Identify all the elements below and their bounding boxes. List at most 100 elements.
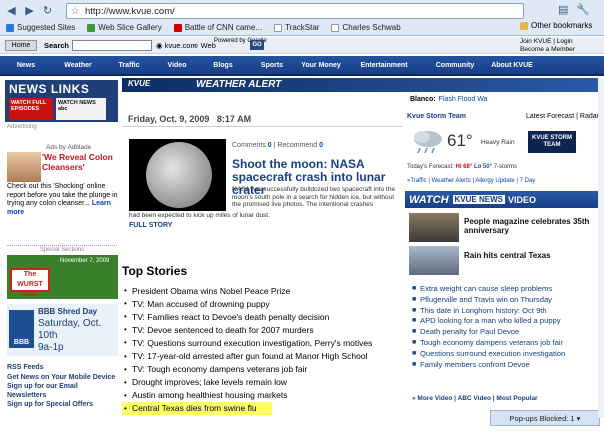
story-link[interactable]: TV: Man accused of drowning puppy (132, 299, 270, 309)
video-list-item[interactable]: ■ Questions surround execution investigat… (412, 349, 602, 359)
storm-team-logo[interactable]: KVUE STORM TEAM (528, 131, 576, 153)
scrollbar[interactable] (598, 78, 604, 418)
flash-flood-link[interactable]: Flash Flood Wa (439, 96, 488, 103)
current-condition: Heavy Rain (481, 139, 515, 146)
story-item[interactable]: • TV: Man accused of drowning puppy (122, 297, 402, 310)
story-link[interactable]: TV: Devoe sentenced to death for 2007 mu… (132, 325, 314, 335)
wrench-icon[interactable]: 🔧 (576, 3, 590, 16)
video-link[interactable]: Family members confront Devoe (420, 360, 530, 370)
nav-community[interactable]: Community (424, 56, 486, 74)
moon-disc (146, 142, 212, 208)
nav-traffic[interactable]: Traffic (104, 56, 154, 74)
nav-your-money[interactable]: Your Money (298, 56, 344, 74)
special-offers-link[interactable]: Sign up for Special Offers (7, 401, 118, 410)
video-link[interactable]: Questions surround execution investigati… (420, 349, 565, 359)
bookmark-web-slice[interactable]: Web Slice Gallery (81, 23, 167, 32)
latest-forecast-link[interactable]: Latest Forecast | Radar (526, 113, 599, 125)
nav-blogs[interactable]: Blogs (200, 56, 246, 74)
video-list-item[interactable]: ■ Death penalty for Paul Devoe (412, 327, 602, 337)
more-video-links[interactable]: » More Video | ABC Video | Most Popular (412, 395, 538, 402)
radio-web[interactable]: ○ Web (194, 41, 216, 50)
bookmark-star-icon[interactable]: ☆ (67, 6, 83, 17)
story-item[interactable]: • Central Texas dies from swine flu (122, 401, 272, 415)
bullet: • (124, 390, 127, 400)
video-list-item[interactable]: ■ Tough economy dampens veterans job fair (412, 338, 602, 348)
video-list-item[interactable]: ■ Pflugerville and Travis win on Thursday (412, 295, 602, 305)
bullet: • (124, 312, 127, 322)
nav-weather[interactable]: Weather (52, 56, 104, 74)
recommend-link[interactable]: Recommend 0 (277, 142, 323, 149)
video-link[interactable]: Extra weight can cause sleep problems (420, 284, 552, 294)
video-link[interactable]: Death penalty for Paul Devoe (420, 327, 519, 337)
video-list-item[interactable]: ■ This date in Longhorn history: Oct 9th (412, 306, 602, 316)
bookmark-cnn[interactable]: Battle of CNN came... (168, 23, 268, 32)
story-item[interactable]: • TV: Devoe sentenced to death for 2007 m… (122, 323, 402, 336)
nav-news[interactable]: News (0, 56, 52, 74)
video-list-item[interactable]: ■ APD looking for a man who killed a pupp… (412, 317, 602, 326)
story-link[interactable]: TV: Tough economy dampens veterans job f… (132, 364, 307, 374)
story-item[interactable]: • TV: 17-year-old arrested after gun foun… (122, 349, 402, 362)
radio-kvue[interactable]: ◉ kvue.com (156, 41, 197, 50)
story-item[interactable]: • President Obama wins Nobel Peace Prize (122, 284, 402, 297)
address-bar[interactable]: ☆ http://www.kvue.com/ (66, 3, 524, 19)
story-link[interactable]: President Obama wins Nobel Peace Prize (132, 286, 290, 296)
story-link[interactable]: Central Texas dies from swine flu (132, 403, 257, 413)
watch-full-episodes[interactable]: WATCH FULL EPISODES (9, 98, 53, 120)
video-title[interactable]: Rain hits central Texas (464, 251, 594, 260)
watch-news-abc[interactable]: WATCH NEWS abc (56, 98, 106, 120)
page-menu-icon[interactable]: ▤ (558, 3, 568, 16)
story-item[interactable]: • TV: Questions surround execution invest… (122, 336, 402, 349)
video-title[interactable]: People magazine celebrates 35th annivers… (464, 217, 594, 235)
join-login-link[interactable]: Join KVUE | Login (520, 38, 575, 46)
story-item[interactable]: • TV: Families react to Devoe's death pen… (122, 310, 402, 323)
square-bullet-icon: ■ (412, 328, 417, 336)
back-arrow-icon[interactable]: ◀ (4, 3, 19, 18)
video-link[interactable]: APD looking for a man who killed a puppy (420, 317, 561, 326)
story-item[interactable]: • TV: Tough economy dampens veterans job … (122, 363, 402, 376)
newsletter-link[interactable]: Sign up for our Email Newsletters (7, 383, 118, 400)
bookmark-trackstar[interactable]: TrackStar (268, 23, 325, 32)
video-thumbnail[interactable] (409, 246, 459, 275)
story-link[interactable]: TV: 17-year-old arrested after gun found… (132, 351, 367, 361)
story-link[interactable]: TV: Questions surround execution investi… (132, 338, 372, 348)
story-item[interactable]: • Austin among healthiest housing markets (122, 389, 402, 402)
nav-sports[interactable]: Sports (246, 56, 298, 74)
mobile-news-link[interactable]: Get News on Your Mobile Device (7, 374, 118, 383)
story-link[interactable]: Austin among healthiest housing markets (132, 390, 287, 400)
video-link[interactable]: Pflugerville and Travis win on Thursday (420, 295, 552, 305)
reload-icon[interactable]: ↻ (40, 3, 55, 18)
ad-headline[interactable]: 'We Reveal Colon Cleansers' (42, 152, 117, 172)
home-button[interactable]: Home (5, 40, 37, 51)
go-button[interactable]: GO (250, 40, 264, 50)
storm-team-title[interactable]: Kvue Storm Team (407, 113, 466, 125)
url-text[interactable]: http://www.kvue.com/ (83, 6, 175, 17)
become-member-link[interactable]: Become a Member (520, 46, 575, 54)
story-item[interactable]: • Drought improves; lake levels remain lo… (122, 376, 402, 389)
bookmark-schwab[interactable]: Charles Schwab (325, 23, 406, 32)
video-thumbnail[interactable] (409, 213, 459, 242)
search-input[interactable] (72, 40, 152, 51)
video-list-item[interactable]: ■ Family members confront Devoe (412, 360, 602, 370)
other-bookmarks[interactable]: Other bookmarks (520, 21, 592, 30)
nav-entertainment[interactable]: Entertainment (344, 56, 424, 74)
weather-alert-bar[interactable] (122, 78, 600, 92)
nav-about[interactable]: About KVUE (486, 56, 538, 74)
story-link[interactable]: Drought improves; lake levels remain low (132, 377, 287, 387)
moon-photo[interactable] (129, 139, 226, 211)
video-link[interactable]: Tough economy dampens veterans job fair (420, 338, 563, 348)
video-link[interactable]: This date in Longhorn history: Oct 9th (420, 306, 547, 316)
nav-video[interactable]: Video (154, 56, 200, 74)
full-story-link[interactable]: FULL STORY (129, 222, 172, 229)
forward-arrow-icon[interactable]: ▶ (22, 3, 37, 18)
square-bullet-icon: ■ (412, 360, 417, 368)
bookmark-suggested-sites[interactable]: Suggested Sites (0, 23, 81, 32)
ad-image[interactable] (7, 152, 41, 182)
story-social: Comments 0 | Recommend 0 (232, 142, 323, 149)
video-list-item[interactable]: ■ Extra weight can cause sleep problems (412, 284, 602, 294)
ads-by[interactable]: Ads by Adblade (46, 144, 91, 151)
comments-link[interactable]: Comments 0 (232, 142, 272, 149)
story-link[interactable]: TV: Families react to Devoe's death pena… (132, 312, 329, 322)
rss-feeds-link[interactable]: RSS Feeds (7, 364, 118, 373)
popups-blocked-notice[interactable]: Pop-ups Blocked: 1 ▾ (490, 410, 600, 426)
weather-links[interactable]: »Traffic | Weather Alerts | Allergy Upda… (407, 178, 535, 184)
